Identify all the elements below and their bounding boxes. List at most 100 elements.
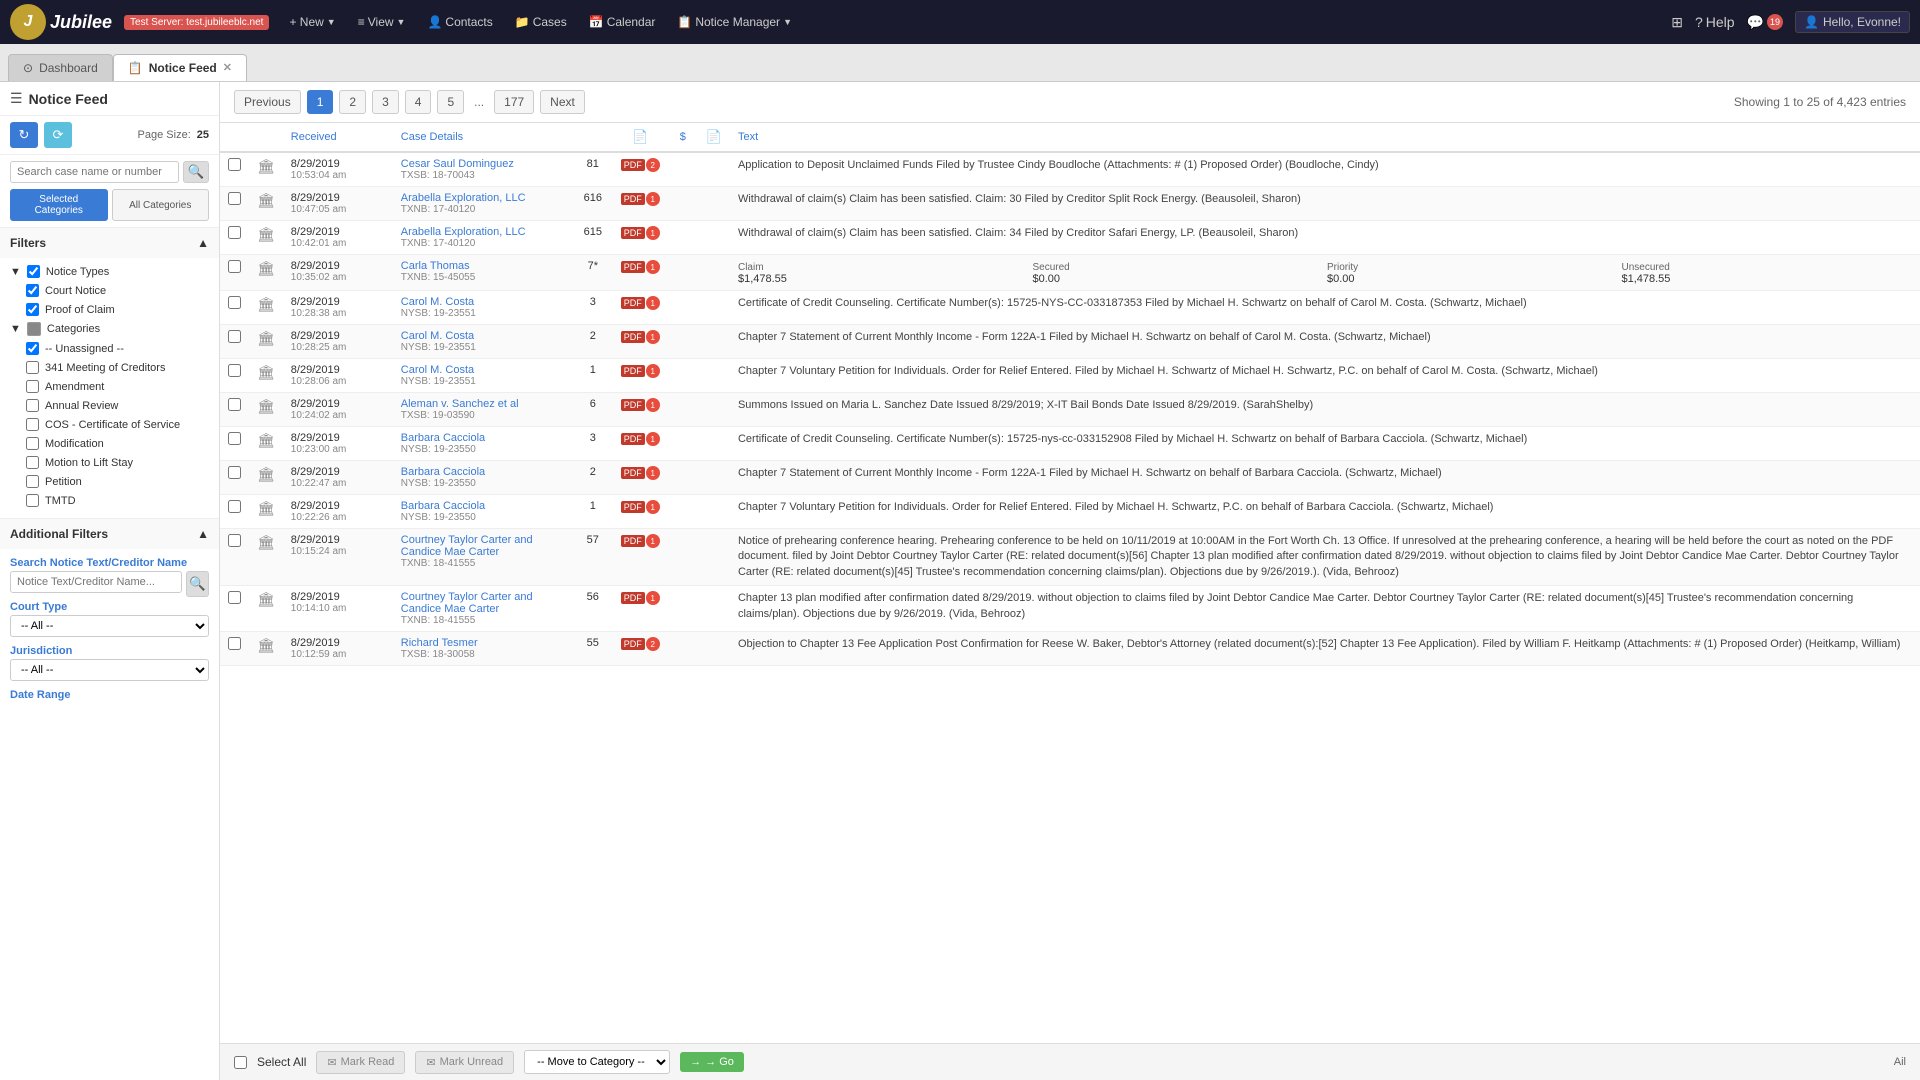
next-page-button[interactable]: Next — [540, 90, 585, 114]
messages-button[interactable]: 💬 19 — [1747, 14, 1783, 31]
row-checkbox[interactable] — [228, 296, 241, 309]
proof-of-claim-checkbox[interactable] — [26, 303, 39, 316]
go-button[interactable]: → → Go — [680, 1052, 744, 1072]
selected-categories-button[interactable]: Selected Categories — [10, 189, 108, 221]
pdf-icon-group[interactable]: PDF 1 — [621, 500, 660, 514]
tab-close-button[interactable]: ✕ — [223, 63, 232, 74]
notice-search-button[interactable]: 🔍 — [186, 571, 209, 597]
court-type-select[interactable]: -- All -- — [10, 615, 209, 637]
tmtd-item[interactable]: TMTD — [26, 491, 209, 510]
row-checkbox[interactable] — [228, 260, 241, 273]
pdf-icon-group[interactable]: PDF 1 — [621, 330, 660, 344]
petition-checkbox[interactable] — [26, 475, 39, 488]
contacts-button[interactable]: 👤 Contacts — [419, 11, 500, 33]
notice-text-input[interactable] — [10, 571, 182, 593]
unassigned-checkbox[interactable] — [26, 342, 39, 355]
row-checkbox[interactable] — [228, 192, 241, 205]
page-4-button[interactable]: 4 — [405, 90, 432, 114]
grid-icon-button[interactable]: ⊞ — [1671, 14, 1683, 31]
search-button[interactable]: 🔍 — [183, 161, 209, 183]
page-3-button[interactable]: 3 — [372, 90, 399, 114]
row-case-name[interactable]: Cesar Saul Dominguez — [401, 158, 565, 170]
pdf-icon-group[interactable]: PDF 2 — [621, 637, 660, 651]
pdf-icon-group[interactable]: PDF 1 — [621, 534, 660, 548]
row-checkbox[interactable] — [228, 398, 241, 411]
unassigned-item[interactable]: -- Unassigned -- — [26, 339, 209, 358]
cases-button[interactable]: 📁 Cases — [507, 11, 575, 33]
row-checkbox[interactable] — [228, 500, 241, 513]
header-received[interactable]: Received — [283, 123, 393, 152]
row-checkbox[interactable] — [228, 591, 241, 604]
proof-of-claim-item[interactable]: Proof of Claim — [26, 300, 209, 319]
search-input[interactable] — [10, 161, 179, 183]
pdf-icon-group[interactable]: PDF 1 — [621, 192, 660, 206]
header-case[interactable]: Case Details — [393, 123, 573, 152]
tmtd-checkbox[interactable] — [26, 494, 39, 507]
mark-unread-button[interactable]: ✉ Mark Unread — [415, 1051, 514, 1074]
modification-checkbox[interactable] — [26, 437, 39, 450]
page-2-button[interactable]: 2 — [339, 90, 366, 114]
row-case-name[interactable]: Arabella Exploration, LLC — [401, 192, 565, 204]
cos-checkbox[interactable] — [26, 418, 39, 431]
pdf-icon-group[interactable]: PDF 1 — [621, 591, 660, 605]
page-5-button[interactable]: 5 — [437, 90, 464, 114]
amendment-checkbox[interactable] — [26, 380, 39, 393]
pdf-icon-group[interactable]: PDF 1 — [621, 432, 660, 446]
view-button[interactable]: ≡ View ▼ — [350, 11, 414, 33]
categories-item[interactable]: ▼ Categories — [10, 319, 209, 339]
mark-read-button[interactable]: ✉ Mark Read — [316, 1051, 405, 1074]
cos-item[interactable]: COS - Certificate of Service — [26, 415, 209, 434]
prev-page-button[interactable]: Previous — [234, 90, 301, 114]
annual-review-item[interactable]: Annual Review — [26, 396, 209, 415]
row-checkbox[interactable] — [228, 330, 241, 343]
row-case-name[interactable]: Courtney Taylor Carter and Candice Mae C… — [401, 591, 565, 615]
row-checkbox[interactable] — [228, 534, 241, 547]
pdf-icon-group[interactable]: PDF 1 — [621, 226, 660, 240]
new-button[interactable]: + New ▼ — [281, 11, 343, 33]
refresh-button[interactable]: ↻ — [10, 122, 38, 148]
annual-review-checkbox[interactable] — [26, 399, 39, 412]
pdf-icon-group[interactable]: PDF 1 — [621, 398, 660, 412]
user-menu-button[interactable]: 👤 Hello, Evonne! — [1795, 11, 1910, 33]
amendment-item[interactable]: Amendment — [26, 377, 209, 396]
row-checkbox[interactable] — [228, 466, 241, 479]
tab-dashboard[interactable]: ⊙ Dashboard — [8, 54, 113, 81]
notice-manager-button[interactable]: 📋 Notice Manager ▼ — [669, 11, 800, 33]
row-case-name[interactable]: Barbara Cacciola — [401, 432, 565, 444]
tab-notice-feed[interactable]: 📋 Notice Feed ✕ — [113, 54, 247, 81]
filters-header[interactable]: Filters ▲ — [0, 228, 219, 258]
row-case-name[interactable]: Barbara Cacciola — [401, 500, 565, 512]
pdf-icon-group[interactable]: PDF 1 — [621, 260, 660, 274]
help-button[interactable]: ? Help — [1695, 14, 1735, 30]
row-checkbox[interactable] — [228, 432, 241, 445]
pdf-icon-group[interactable]: PDF 1 — [621, 364, 660, 378]
row-checkbox[interactable] — [228, 226, 241, 239]
pdf-icon-group[interactable]: PDF 2 — [621, 158, 660, 172]
row-case-name[interactable]: Arabella Exploration, LLC — [401, 226, 565, 238]
pdf-icon-group[interactable]: PDF 1 — [621, 296, 660, 310]
notice-types-item[interactable]: ▼ Notice Types — [10, 262, 209, 281]
page-177-button[interactable]: 177 — [494, 90, 534, 114]
row-case-name[interactable]: Carol M. Costa — [401, 296, 565, 308]
341-meeting-checkbox[interactable] — [26, 361, 39, 374]
row-case-name[interactable]: Richard Tesmer — [401, 637, 565, 649]
select-all-checkbox[interactable] — [234, 1056, 247, 1069]
court-notice-item[interactable]: Court Notice — [26, 281, 209, 300]
motion-lift-stay-item[interactable]: Motion to Lift Stay — [26, 453, 209, 472]
page-1-button[interactable]: 1 — [307, 90, 334, 114]
341-meeting-item[interactable]: 341 Meeting of Creditors — [26, 358, 209, 377]
row-checkbox[interactable] — [228, 364, 241, 377]
categories-checkbox[interactable] — [27, 322, 41, 336]
calendar-button[interactable]: 📅 Calendar — [581, 11, 664, 33]
additional-filters-header[interactable]: Additional Filters ▲ — [0, 519, 219, 549]
motion-lift-stay-checkbox[interactable] — [26, 456, 39, 469]
row-case-name[interactable]: Aleman v. Sanchez et al — [401, 398, 565, 410]
court-notice-checkbox[interactable] — [26, 284, 39, 297]
row-case-name[interactable]: Carla Thomas — [401, 260, 565, 272]
modification-item[interactable]: Modification — [26, 434, 209, 453]
sync-button[interactable]: ⟳ — [44, 122, 72, 148]
move-category-select[interactable]: -- Move to Category -- — [524, 1050, 670, 1074]
pdf-icon-group[interactable]: PDF 1 — [621, 466, 660, 480]
jurisdiction-select[interactable]: -- All -- — [10, 659, 209, 681]
row-case-name[interactable]: Carol M. Costa — [401, 364, 565, 376]
